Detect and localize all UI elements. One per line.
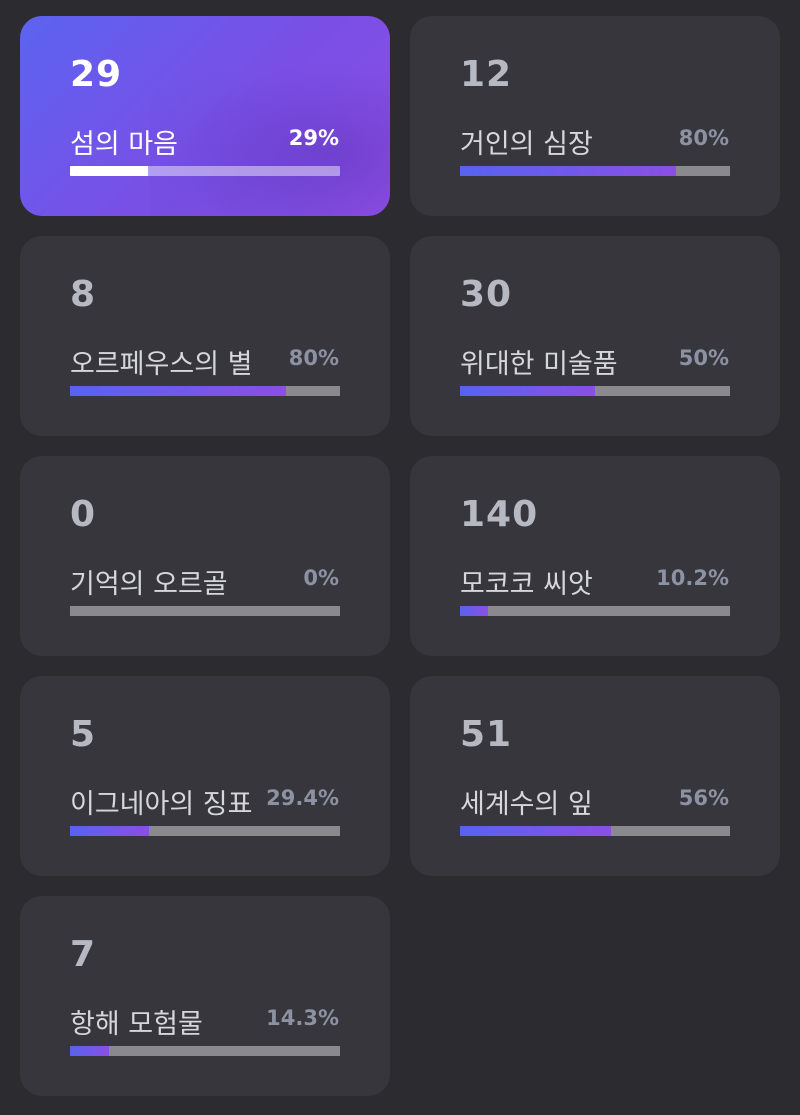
collectible-name: 거인의 심장 (460, 129, 593, 160)
progress-fill (70, 826, 150, 836)
progress-fill (460, 386, 595, 396)
collectible-percent: 56% (678, 786, 729, 810)
collectible-count: 140 (460, 494, 539, 535)
collectible-name: 기억의 오르골 (70, 569, 228, 600)
collectible-count: 7 (70, 934, 97, 975)
collectible-card-memory-music-box[interactable]: 0 기억의 오르골 0% (20, 456, 390, 656)
collectible-percent: 29.4% (266, 786, 339, 810)
progress-fill (70, 386, 286, 396)
progress-bar (70, 606, 340, 616)
collectible-percent: 10.2% (656, 566, 729, 590)
progress-bar (70, 1046, 340, 1056)
collectible-grid: 29 섬의 마음 29% 12 거인의 심장 80% 8 오르페우스의 별 80… (20, 16, 780, 1096)
progress-fill (460, 826, 612, 836)
collectible-percent: 80% (678, 126, 729, 150)
collectible-count: 8 (70, 274, 97, 315)
progress-bar (460, 826, 730, 836)
collectible-name: 세계수의 잎 (460, 789, 593, 820)
progress-bar (460, 386, 730, 396)
progress-bar (70, 386, 340, 396)
collectible-percent: 50% (678, 346, 729, 370)
collectible-name: 항해 모험물 (70, 1009, 203, 1040)
collectible-count: 12 (460, 54, 513, 95)
progress-fill (460, 166, 676, 176)
collectible-card-world-tree-leaf[interactable]: 51 세계수의 잎 56% (410, 676, 780, 876)
collectible-card-voyage-adventure[interactable]: 7 항해 모험물 14.3% (20, 896, 390, 1096)
collectible-count: 0 (70, 494, 97, 535)
collectible-percent: 0% (303, 566, 339, 590)
collectible-count: 30 (460, 274, 513, 315)
progress-bar (460, 166, 730, 176)
collectible-card-mokoko-seed[interactable]: 140 모코코 씨앗 10.2% (410, 456, 780, 656)
collectible-count: 5 (70, 714, 97, 755)
progress-bar (70, 166, 340, 176)
collectible-percent: 29% (288, 126, 339, 150)
collectible-name: 모코코 씨앗 (460, 569, 593, 600)
collectible-count: 29 (70, 54, 123, 95)
collectible-percent: 80% (288, 346, 339, 370)
progress-fill (460, 606, 488, 616)
collectible-card-great-artwork[interactable]: 30 위대한 미술품 50% (410, 236, 780, 436)
collectible-percent: 14.3% (266, 1006, 339, 1030)
collectible-name: 오르페우스의 별 (70, 349, 253, 380)
collectible-card-giant-heart[interactable]: 12 거인의 심장 80% (410, 16, 780, 216)
collectible-name: 섬의 마음 (70, 129, 178, 160)
collectible-card-orpheus-star[interactable]: 8 오르페우스의 별 80% (20, 236, 390, 436)
progress-bar (70, 826, 340, 836)
collectible-count: 51 (460, 714, 513, 755)
collectible-card-ignea-token[interactable]: 5 이그네아의 징표 29.4% (20, 676, 390, 876)
progress-fill (70, 166, 149, 176)
collectible-name: 이그네아의 징표 (70, 789, 253, 820)
progress-bar (460, 606, 730, 616)
collectible-name: 위대한 미술품 (460, 349, 618, 380)
progress-fill (70, 1046, 109, 1056)
collectible-card-island-heart[interactable]: 29 섬의 마음 29% (20, 16, 390, 216)
